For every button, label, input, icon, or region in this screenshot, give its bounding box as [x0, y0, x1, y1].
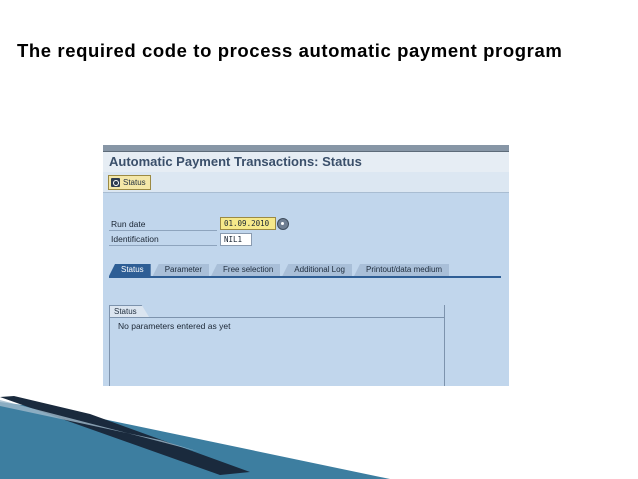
- tab-strip-underline: [109, 276, 501, 278]
- sap-window: Automatic Payment Transactions: Status S…: [103, 145, 509, 386]
- identification-label: Identification: [111, 234, 159, 244]
- window-title-bar: Automatic Payment Transactions: Status: [103, 152, 509, 172]
- run-date-label: Run date: [111, 219, 146, 229]
- tab-printout-data-medium[interactable]: Printout/data medium: [354, 264, 450, 276]
- window-title: Automatic Payment Transactions: Status: [109, 154, 362, 169]
- tab-strip: Status Parameter Free selection Addition…: [109, 264, 451, 276]
- possible-entries-icon[interactable]: [277, 218, 289, 230]
- tab-parameter[interactable]: Parameter: [152, 264, 210, 276]
- run-date-input[interactable]: 01.09.2010: [220, 217, 276, 230]
- window-top-bar: [103, 145, 509, 152]
- status-button[interactable]: Status: [108, 175, 151, 190]
- identification-input[interactable]: NIL1: [220, 233, 252, 246]
- status-button-label: Status: [123, 178, 146, 187]
- identification-underline: [109, 245, 217, 246]
- tab-additional-log[interactable]: Additional Log: [282, 264, 353, 276]
- application-toolbar: Status: [103, 172, 509, 193]
- slide-title: The required code to process automatic p…: [17, 40, 563, 61]
- decorative-swoosh: [0, 396, 390, 479]
- tab-status[interactable]: Status: [109, 264, 151, 276]
- status-overview-icon: [111, 178, 120, 187]
- run-date-underline: [109, 230, 217, 231]
- status-group-divider: [109, 317, 444, 318]
- status-message: No parameters entered as yet: [118, 321, 231, 331]
- tab-free-selection[interactable]: Free selection: [211, 264, 281, 276]
